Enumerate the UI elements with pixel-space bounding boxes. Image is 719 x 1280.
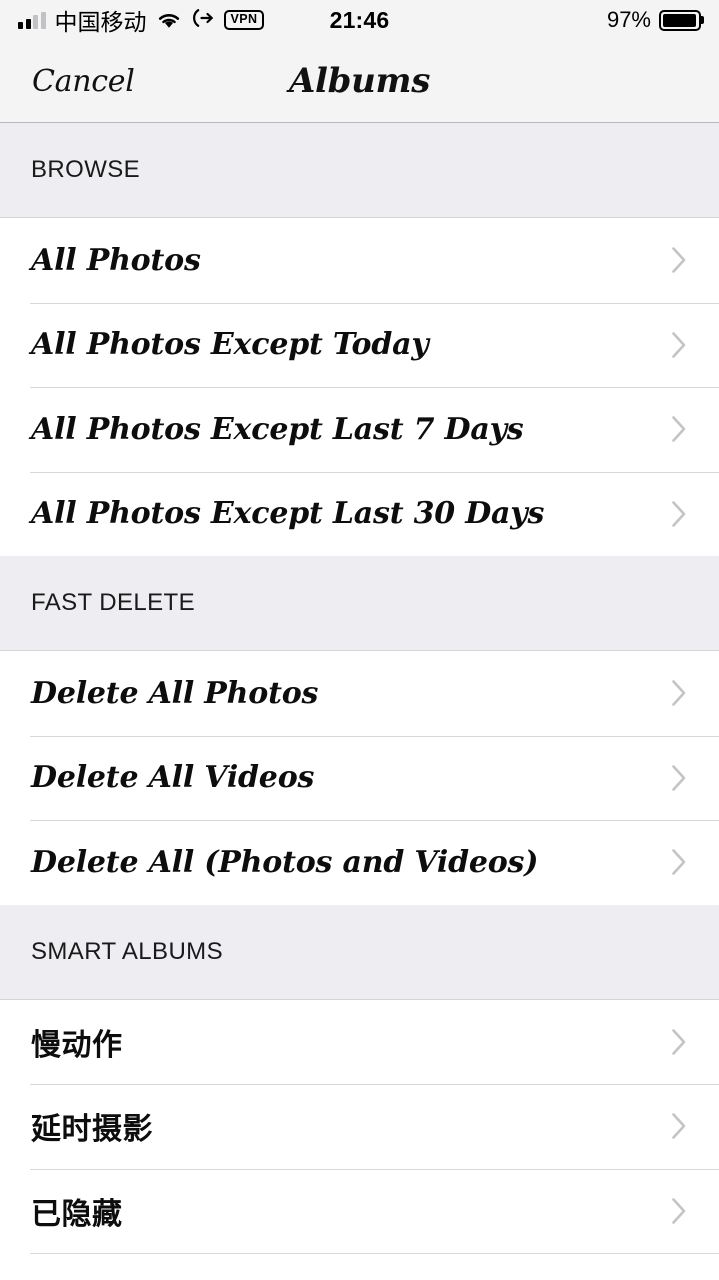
section-rows-browse: All Photos All Photos Except Today All Pho… (0, 218, 719, 556)
wifi-icon (156, 11, 182, 30)
list-item-label: Delete All Videos (31, 760, 315, 796)
vpn-badge-icon: VPN (223, 10, 265, 30)
chevron-right-icon (671, 679, 687, 707)
chevron-right-icon (671, 1197, 687, 1225)
navigation-bar: Cancel Albums (0, 40, 719, 123)
list-item-label: Delete All (Photos and Videos) (31, 844, 539, 880)
list-item-label: 已隐藏 (31, 1196, 123, 1232)
status-bar-left: 中国移动 VPN (18, 3, 265, 37)
chevron-right-icon (671, 246, 687, 274)
list-item[interactable]: Delete All Videos (0, 735, 719, 820)
list-item-label: All Photos Except Today (31, 327, 429, 363)
list-item-label: All Photos (31, 242, 201, 278)
list-item[interactable]: All Photos Except Today (0, 302, 719, 387)
battery-icon (659, 9, 704, 31)
section-rows-fast-delete: Delete All Photos Delete All Videos Delete… (0, 651, 719, 905)
page-title: Albums (288, 61, 431, 101)
chevron-right-icon (671, 1028, 687, 1056)
chevron-right-icon (671, 848, 687, 876)
list-item[interactable]: All Photos Except Last 30 Days (0, 471, 719, 556)
list-item[interactable]: 慢动作 (0, 999, 719, 1084)
list-item[interactable]: 延时摄影 (0, 1084, 719, 1169)
location-arrow-icon (191, 8, 215, 33)
clock-label: 21:46 (329, 6, 390, 33)
list-item[interactable]: All Photos (0, 218, 719, 303)
list-item[interactable]: Delete All Photos (0, 651, 719, 736)
status-bar-right: 97% (606, 0, 704, 40)
section-header-fast-delete: FAST DELETE (0, 556, 719, 651)
chevron-right-icon (671, 500, 687, 528)
list-item[interactable]: Delete All (Photos and Videos) (0, 820, 719, 905)
chevron-right-icon (671, 415, 687, 443)
list-item-label: 延时摄影 (31, 1112, 153, 1148)
status-bar: 中国移动 VPN 21:46 97% (0, 0, 719, 40)
list-item[interactable]: 最近添加 (0, 1253, 719, 1280)
list-item-label: Delete All Photos (31, 675, 319, 711)
phone-screen: 中国移动 VPN 21:46 97% Cancel Albums BROWSE … (0, 0, 719, 1280)
list-item[interactable]: 已隐藏 (0, 1168, 719, 1253)
section-rows-smart-albums: 慢动作延时摄影已隐藏最近添加 (0, 999, 719, 1280)
albums-list[interactable]: BROWSE All Photos All Photos Except Today A… (0, 123, 719, 1280)
list-item-label: All Photos Except Last 7 Days (31, 411, 524, 447)
signal-bars-icon (18, 11, 46, 29)
chevron-right-icon (671, 764, 687, 792)
chevron-right-icon (671, 331, 687, 359)
list-item-label: 最近添加 (31, 1273, 153, 1280)
section-header-browse: BROWSE (0, 123, 719, 218)
list-item-label: 慢动作 (31, 1027, 123, 1063)
list-item-label: All Photos Except Last 30 Days (31, 496, 545, 532)
list-item[interactable]: All Photos Except Last 7 Days (0, 387, 719, 472)
battery-percent-label: 97% (606, 7, 651, 32)
chevron-right-icon (671, 1112, 687, 1140)
section-header-smart-albums: SMART ALBUMS (0, 904, 719, 1000)
carrier-label: 中国移动 (54, 9, 147, 35)
